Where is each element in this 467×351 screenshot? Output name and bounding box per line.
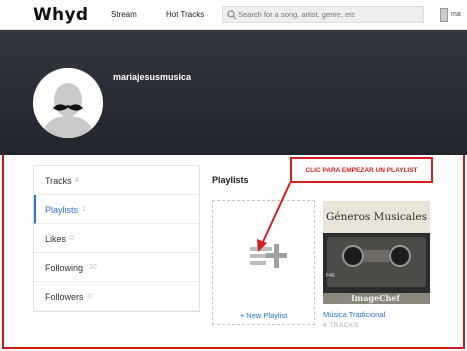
search-input[interactable] <box>238 8 422 21</box>
profile-username: mariajesusmusica <box>113 72 192 82</box>
sidebar-item-label: Tracks <box>45 176 72 186</box>
user-menu[interactable]: ma <box>451 11 461 18</box>
playlists-title: Playlists <box>212 175 249 185</box>
sidebar-item-count: 10 <box>89 264 97 271</box>
search-box[interactable] <box>222 6 424 23</box>
sidebar-item-likes[interactable]: Likes 0 <box>34 224 199 253</box>
nav-hot-tracks[interactable]: Hot Tracks <box>166 10 204 19</box>
user-avatar-mini[interactable] <box>440 8 448 22</box>
annotation-callout: CLIC PARA EMPEZAR UN PLAYLIST <box>290 157 433 183</box>
sidebar-item-label: Followers <box>45 292 84 302</box>
search-icon <box>227 10 237 20</box>
new-playlist-card[interactable]: + New Playlist <box>212 200 315 325</box>
profile-sidebar: Tracks 4 Playlists 1 Likes 0 Following 1… <box>33 165 200 312</box>
sidebar-item-label: Following <box>45 263 84 273</box>
sidebar-item-count: 1 <box>82 206 86 213</box>
sidebar-item-following[interactable]: Following 10 <box>34 253 199 282</box>
playlist-cover[interactable]: Géneros Musicales F46 ImageChef <box>323 201 430 304</box>
new-playlist-label[interactable]: + New Playlist <box>213 311 314 320</box>
logo[interactable]: Whyd <box>33 5 88 25</box>
cover-tape-label: F46 <box>326 273 335 279</box>
sidebar-item-label: Likes <box>45 234 67 244</box>
avatar <box>33 68 103 138</box>
nav-stream[interactable]: Stream <box>111 10 137 19</box>
cover-watermark: ImageChef <box>351 293 400 303</box>
sidebar-item-count: 0 <box>70 235 74 242</box>
sidebar-item-followers[interactable]: Followers 0 <box>34 282 199 311</box>
playlist-track-count: 4 TRACKS <box>323 322 359 329</box>
playlist-name[interactable]: Música Tradicional <box>323 310 385 319</box>
top-bar: Whyd Stream Hot Tracks ma <box>0 0 467 30</box>
sidebar-item-count: 0 <box>88 293 92 300</box>
add-playlist-icon <box>250 244 287 268</box>
cover-title-text: Géneros Musicales <box>325 211 427 223</box>
avatar-placeholder-icon <box>33 68 103 138</box>
sidebar-item-count: 4 <box>75 177 79 184</box>
annotation-text: CLIC PARA EMPEZAR UN PLAYLIST <box>305 167 418 174</box>
sidebar-item-tracks[interactable]: Tracks 4 <box>34 166 199 195</box>
profile-banner: mariajesusmusica <box>0 30 467 155</box>
sidebar-item-label: Playlists <box>45 205 79 215</box>
sidebar-item-playlists[interactable]: Playlists 1 <box>34 195 199 224</box>
